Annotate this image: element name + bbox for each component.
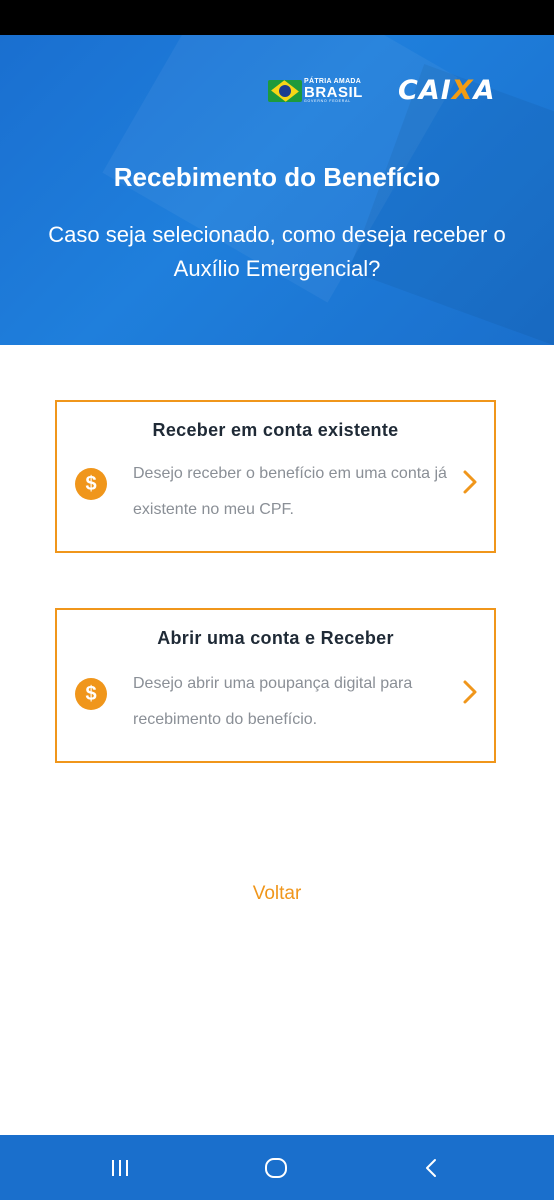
option-title: Receber em conta existente	[152, 420, 399, 440]
option-existing-account[interactable]: Receber em conta existente $ Desejo rece…	[55, 400, 496, 553]
option-description: Desejo receber o benefício em uma conta …	[133, 465, 447, 518]
dollar-coin-icon: $	[75, 468, 107, 500]
header-banner: PÁTRIA AMADA BRASIL GOVERNO FEDERAL CAIX…	[0, 35, 554, 345]
option-open-account[interactable]: Abrir uma conta e Receber $ Desejo abrir…	[55, 608, 496, 763]
dollar-coin-icon: $	[75, 678, 107, 710]
caixa-logo: CAIXA	[398, 75, 496, 106]
recent-apps-icon[interactable]	[100, 1153, 140, 1183]
brazil-flag-icon	[268, 80, 302, 102]
chevron-right-icon	[463, 680, 477, 704]
option-description: Desejo abrir uma poupança digital para r…	[133, 675, 413, 728]
gov-logo-line2: BRASIL	[304, 84, 363, 101]
back-link[interactable]: Voltar	[0, 883, 554, 905]
chevron-right-icon	[463, 470, 477, 494]
back-icon[interactable]	[411, 1153, 451, 1183]
page-title: Recebimento do Benefício	[113, 162, 441, 192]
android-nav-bar	[0, 1135, 554, 1200]
status-bar	[0, 0, 554, 35]
home-icon[interactable]	[256, 1153, 296, 1183]
option-title: Abrir uma conta e Receber	[157, 628, 394, 648]
page-subtitle: Caso seja selecionado, como deseja receb…	[48, 222, 506, 281]
